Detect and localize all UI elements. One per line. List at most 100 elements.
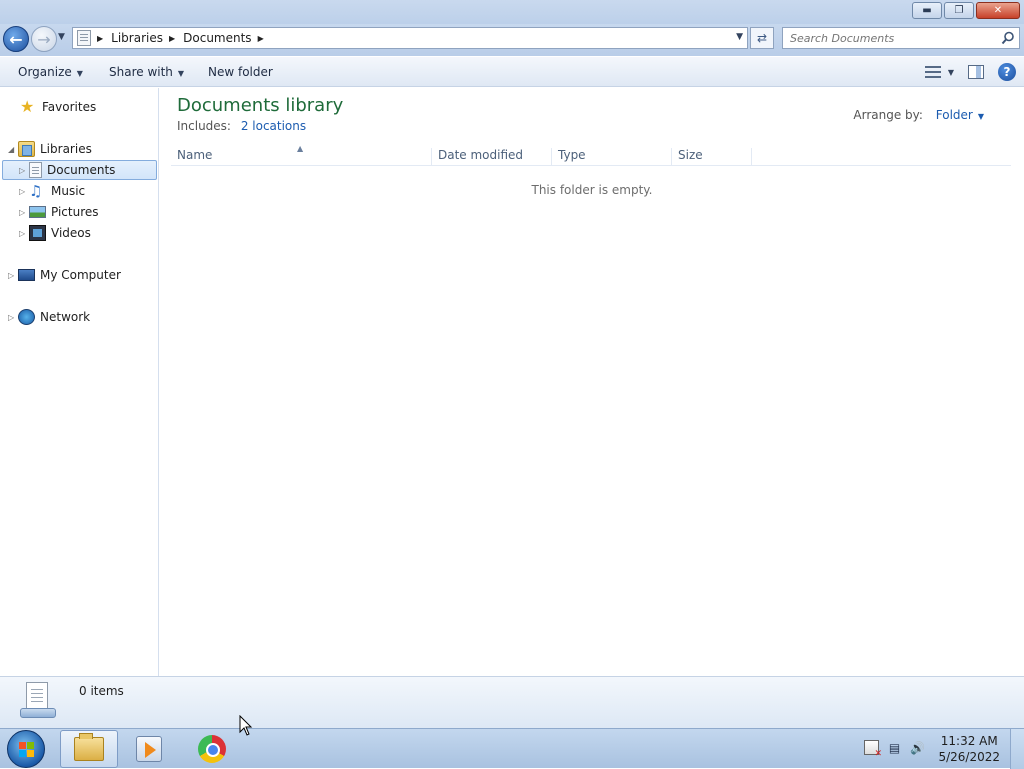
organize-label: Organize [18,65,72,79]
taskbar-media-player[interactable] [120,730,178,768]
chevron-down-icon[interactable]: ▼ [948,68,954,77]
column-header-date-modified[interactable]: Date modified [432,148,552,166]
system-clock[interactable]: 11:32 AM 5/26/2022 [938,733,1000,765]
windows-logo-icon [19,742,35,758]
share-with-label: Share with [109,65,173,79]
taskbar: ▤ 🔊 11:32 AM 5/26/2022 [0,728,1024,769]
videos-icon [29,225,46,241]
taskbar-chrome[interactable] [183,730,241,768]
nav-videos-label: Videos [51,226,91,240]
preview-pane-icon[interactable] [968,65,984,79]
computer-icon [18,269,35,281]
change-view-button[interactable]: ▼ [924,66,954,78]
address-bar[interactable]: ▶ Libraries ▶ Documents ▶ ▼ [72,27,748,49]
documents-library-icon [20,682,56,722]
documents-icon [29,162,42,178]
view-list-icon [924,66,941,78]
nav-documents[interactable]: ▷ Documents [2,160,157,180]
details-pane: 0 items [0,676,1024,728]
collapsed-triangle-icon[interactable]: ▷ [19,166,29,175]
star-icon: ★ [20,97,35,116]
show-desktop-button[interactable] [1010,729,1024,769]
clock-time: 11:32 AM [940,734,998,748]
library-title: Documents library [177,95,344,116]
empty-folder-message: This folder is empty. [531,183,653,197]
nav-music[interactable]: ▷ ♫ Music [19,181,85,201]
forward-button[interactable]: → [31,26,57,52]
nav-music-label: Music [51,184,86,198]
new-folder-button[interactable]: New folder [208,65,273,79]
restore-button[interactable]: ❐ [944,2,974,19]
search-input[interactable] [790,31,990,45]
taskbar-windows-explorer[interactable] [60,730,118,768]
back-button[interactable]: ← [3,26,29,52]
documents-location-icon [77,30,91,46]
collapsed-triangle-icon[interactable]: ▷ [8,271,18,280]
column-name-label: Name [177,148,213,162]
collapsed-triangle-icon[interactable]: ▷ [19,187,29,196]
share-with-menu[interactable]: Share with ▼ [109,65,184,79]
expanded-triangle-icon[interactable]: ◢ [8,145,18,154]
start-button[interactable] [7,730,45,768]
nav-my-computer-label: My Computer [40,268,121,282]
window-controls: ▬ ❐ ✕ [912,2,1020,19]
system-tray: ▤ 🔊 [864,740,925,759]
pictures-icon [29,206,46,218]
nav-libraries-label: Libraries [40,142,92,156]
libraries-icon [18,141,35,157]
volume-icon[interactable]: 🔊 [910,740,925,755]
collapsed-triangle-icon[interactable]: ▷ [8,313,18,322]
breadcrumb-documents[interactable]: Documents [183,31,251,45]
minimize-button[interactable]: ▬ [912,2,942,19]
library-includes: Includes: 2 locations [177,119,306,133]
chevron-down-icon: ▼ [177,69,185,78]
breadcrumb-separator-icon[interactable]: ▶ [258,34,264,43]
nav-my-computer[interactable]: ▷ My Computer [8,265,121,285]
network-icon [18,309,35,325]
navigation-pane: ★ Favorites ◢ Libraries ▷ Documents ▷ ♫ … [0,88,159,676]
search-box[interactable] [782,27,1020,49]
nav-network[interactable]: ▷ Network [8,307,90,327]
sort-ascending-icon: ▲ [297,144,304,153]
chrome-icon [198,735,226,763]
address-history-dropdown-icon[interactable]: ▼ [736,32,743,42]
windows-explorer-icon [74,733,104,761]
collapsed-triangle-icon[interactable]: ▷ [19,208,29,217]
music-icon: ♫ [29,182,43,200]
column-header-size[interactable]: Size [672,148,752,166]
view-controls: ▼ ? [924,63,1016,81]
column-header-type[interactable]: Type [552,148,672,166]
chevron-down-icon[interactable]: ▼ [978,112,984,121]
nav-network-label: Network [40,310,91,324]
nav-favorites[interactable]: ★ Favorites [20,97,96,117]
action-center-flag-icon[interactable] [864,740,882,759]
arrange-by-dropdown[interactable]: Folder [936,108,973,122]
clock-date: 5/26/2022 [938,750,1000,764]
refresh-button[interactable]: ⇄ [750,27,774,49]
locations-link[interactable]: 2 locations [241,119,306,133]
window-title-bar[interactable]: ▬ ❐ ✕ [0,0,1024,24]
collapsed-triangle-icon[interactable]: ▷ [19,229,29,238]
breadcrumb-libraries[interactable]: Libraries [111,31,163,45]
command-bar: Organize ▼ Share with ▼ New folder ▼ ? [0,57,1024,87]
item-count: 0 items [79,684,124,698]
arrange-by: Arrange by: Folder ▼ [853,108,984,122]
breadcrumb-separator-icon[interactable]: ▶ [97,34,103,43]
search-icon[interactable] [1001,31,1015,45]
nav-libraries[interactable]: ◢ Libraries [8,139,92,159]
media-player-icon [136,736,162,762]
help-icon[interactable]: ? [998,63,1016,81]
organize-menu[interactable]: Organize ▼ [18,65,83,79]
close-button[interactable]: ✕ [976,2,1020,19]
nav-pictures-label: Pictures [51,205,99,219]
file-list-pane[interactable]: Documents library Includes: 2 locations … [160,88,1024,676]
chevron-down-icon: ▼ [76,69,83,78]
address-row: ← → ▼ ▶ Libraries ▶ Documents ▶ ▼ ⇄ [0,24,1024,56]
nav-pictures[interactable]: ▷ Pictures [19,202,99,222]
breadcrumb-separator-icon[interactable]: ▶ [169,34,175,43]
column-header-name[interactable]: Name ▲ [171,144,432,166]
nav-favorites-label: Favorites [42,100,97,114]
nav-videos[interactable]: ▷ Videos [19,223,91,243]
recent-pages-dropdown[interactable]: ▼ [58,32,68,46]
network-tray-icon[interactable]: ▤ [887,740,902,755]
